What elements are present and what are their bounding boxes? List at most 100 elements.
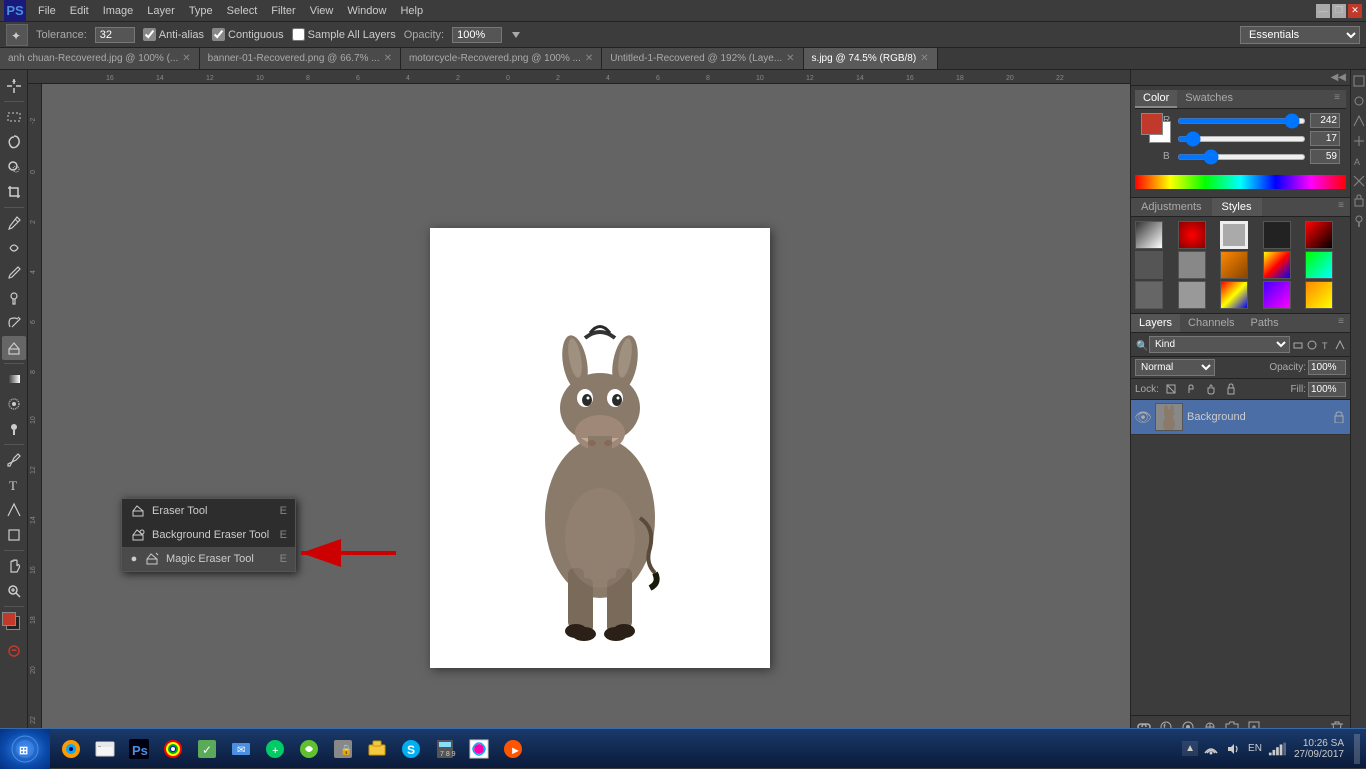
menu-select[interactable]: Select (221, 3, 264, 19)
style-swatch-1[interactable] (1135, 221, 1163, 249)
tool-path-select[interactable] (2, 498, 26, 522)
rside-icon-6[interactable] (1350, 172, 1366, 190)
contiguous-checkbox[interactable] (212, 28, 225, 41)
adj-panel-options[interactable]: ≡ (1332, 198, 1350, 216)
taskbar-firefox[interactable] (56, 734, 86, 764)
style-swatch-5[interactable] (1305, 221, 1333, 249)
filter-shape-icon[interactable] (1334, 339, 1346, 351)
tab-2[interactable]: motorcycle-Recovered.png @ 100% ... ✕ (401, 48, 602, 70)
style-swatch-10[interactable] (1305, 251, 1333, 279)
tab-1[interactable]: banner-01-Recovered.png @ 66.7% ... ✕ (200, 48, 401, 70)
tray-network-icon[interactable] (1202, 740, 1220, 758)
taskbar-app-4[interactable] (294, 734, 324, 764)
tool-move[interactable] (2, 74, 26, 98)
filter-pixel-icon[interactable] (1292, 339, 1304, 351)
tab-3[interactable]: Untitled-1-Recovered @ 192% (Laye... ✕ (602, 48, 803, 70)
g-value[interactable] (1310, 131, 1340, 146)
menu-type[interactable]: Type (183, 3, 219, 19)
tab-close-1[interactable]: ✕ (384, 53, 392, 64)
fill-value[interactable] (1308, 382, 1346, 397)
style-swatch-4[interactable] (1263, 221, 1291, 249)
menu-file[interactable]: File (32, 3, 62, 19)
style-swatch-9[interactable] (1263, 251, 1291, 279)
ctx-magic-eraser-tool[interactable]: ● Magic Eraser Tool E (122, 547, 295, 571)
tool-eyedropper[interactable] (2, 211, 26, 235)
rside-icon-3[interactable] (1350, 112, 1366, 130)
tolerance-input[interactable] (95, 27, 135, 43)
rside-icon-1[interactable] (1350, 72, 1366, 90)
tab-close-2[interactable]: ✕ (585, 53, 593, 64)
filter-type-icon[interactable]: T (1320, 339, 1332, 351)
tool-clone[interactable] (2, 286, 26, 310)
tool-type[interactable]: T (2, 473, 26, 497)
b-value[interactable] (1310, 149, 1340, 164)
ctx-bg-eraser-tool[interactable]: Background Eraser Tool E (122, 523, 295, 547)
tool-blur[interactable] (2, 392, 26, 416)
layer-item-background[interactable]: 👁 Background (1131, 400, 1350, 435)
tab-close-3[interactable]: ✕ (786, 53, 794, 64)
style-swatch-7[interactable] (1178, 251, 1206, 279)
rside-icon-4[interactable] (1350, 132, 1366, 150)
g-slider[interactable] (1177, 136, 1306, 142)
lock-transparent-icon[interactable] (1163, 381, 1179, 397)
lock-all-icon[interactable] (1223, 381, 1239, 397)
paths-tab[interactable]: Paths (1243, 314, 1287, 332)
language-indicator[interactable]: EN (1246, 743, 1264, 754)
fg-bg-colors[interactable] (1141, 113, 1159, 151)
tool-dodge[interactable] (2, 417, 26, 441)
show-desktop-btn[interactable] (1354, 734, 1360, 764)
filter-adjust-icon[interactable] (1306, 339, 1318, 351)
channels-tab[interactable]: Channels (1180, 314, 1242, 332)
swatches-tab[interactable]: Swatches (1177, 90, 1241, 108)
taskbar-explorer[interactable] (90, 734, 120, 764)
layer-visibility-toggle[interactable]: 👁 (1135, 409, 1151, 425)
tray-expand-btn[interactable]: ▲ (1182, 741, 1198, 756)
color-tab[interactable]: Color (1135, 90, 1177, 108)
color-panel-options[interactable]: ≡ (1328, 90, 1346, 108)
sample-all-checkbox[interactable] (292, 28, 305, 41)
opacity-value[interactable] (1308, 360, 1346, 375)
tool-marquee[interactable] (2, 105, 26, 129)
start-button[interactable]: ⊞ (0, 729, 50, 769)
r-value[interactable] (1310, 113, 1340, 128)
tool-eraser[interactable] (2, 336, 26, 360)
opacity-input[interactable] (452, 27, 502, 43)
style-swatch-8[interactable] (1220, 251, 1248, 279)
tab-4[interactable]: s.jpg @ 74.5% (RGB/8) ✕ (804, 48, 938, 70)
tab-0[interactable]: anh chuan-Recovered.jpg @ 100% (... ✕ (0, 48, 200, 70)
taskbar-photoshop[interactable]: Ps (124, 734, 154, 764)
menu-window[interactable]: Window (341, 3, 392, 19)
anti-alias-checkbox[interactable] (143, 28, 156, 41)
taskbar-app-2[interactable]: ✉ (226, 734, 256, 764)
style-swatch-6[interactable] (1135, 251, 1163, 279)
styles-tab[interactable]: Styles (1212, 198, 1262, 216)
rside-icon-7[interactable] (1350, 192, 1366, 210)
tool-shape[interactable] (2, 523, 26, 547)
style-swatch-12[interactable] (1178, 281, 1206, 309)
tool-brush[interactable] (2, 261, 26, 285)
restore-button[interactable]: ❐ (1332, 4, 1346, 18)
style-swatch-3[interactable] (1220, 221, 1248, 249)
style-swatch-14[interactable] (1263, 281, 1291, 309)
color-spectrum[interactable] (1135, 175, 1346, 189)
style-swatch-11[interactable] (1135, 281, 1163, 309)
menu-view[interactable]: View (304, 3, 340, 19)
tool-quick-select[interactable] (2, 155, 26, 179)
rside-icon-5[interactable]: A (1350, 152, 1366, 170)
menu-filter[interactable]: Filter (265, 3, 301, 19)
minimize-button[interactable]: — (1316, 4, 1330, 18)
menu-layer[interactable]: Layer (141, 3, 181, 19)
tool-quick-mask[interactable] (2, 639, 26, 663)
menu-help[interactable]: Help (394, 3, 429, 19)
layers-tab[interactable]: Layers (1131, 314, 1180, 332)
taskbar-paint[interactable] (464, 734, 494, 764)
color-fg-bg[interactable] (2, 612, 26, 636)
taskbar-chrome[interactable] (158, 734, 188, 764)
tray-volume-icon[interactable] (1224, 740, 1242, 758)
tool-hand[interactable] (2, 554, 26, 578)
b-slider[interactable] (1177, 154, 1306, 160)
menu-image[interactable]: Image (97, 3, 140, 19)
taskbar-app-1[interactable]: ✓ (192, 734, 222, 764)
tool-healing[interactable] (2, 236, 26, 260)
tool-zoom[interactable] (2, 579, 26, 603)
